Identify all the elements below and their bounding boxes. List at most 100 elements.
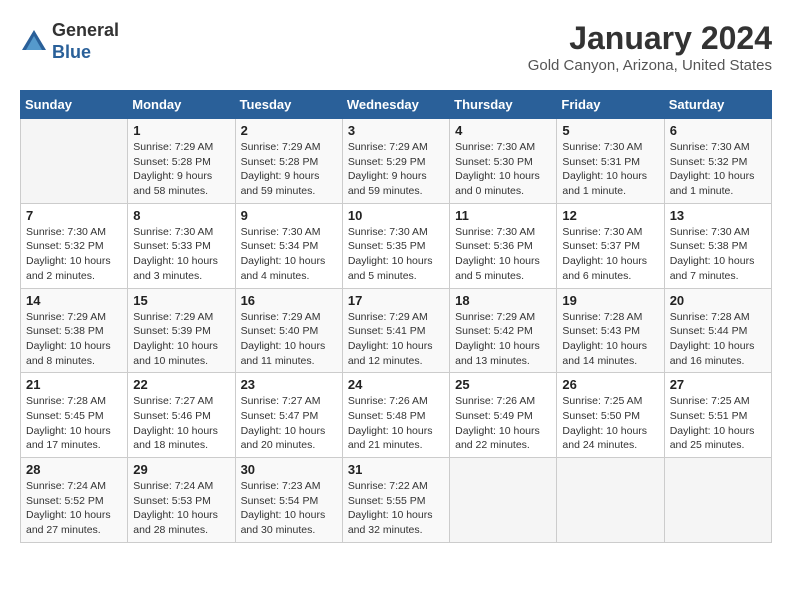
calendar-cell: 2 Sunrise: 7:29 AM Sunset: 5:28 PM Daylig…: [235, 119, 342, 204]
header-day-monday: Monday: [128, 91, 235, 119]
day-number: 11: [455, 208, 551, 223]
day-info: Sunrise: 7:28 AM Sunset: 5:45 PM Dayligh…: [26, 394, 122, 453]
header-day-sunday: Sunday: [21, 91, 128, 119]
day-info: Sunrise: 7:22 AM Sunset: 5:55 PM Dayligh…: [348, 479, 444, 538]
day-info: Sunrise: 7:27 AM Sunset: 5:46 PM Dayligh…: [133, 394, 229, 453]
logo-icon: [20, 28, 48, 56]
calendar-cell: 9 Sunrise: 7:30 AM Sunset: 5:34 PM Daylig…: [235, 203, 342, 288]
header-day-wednesday: Wednesday: [342, 91, 449, 119]
day-info: Sunrise: 7:30 AM Sunset: 5:33 PM Dayligh…: [133, 225, 229, 284]
calendar-cell: 1 Sunrise: 7:29 AM Sunset: 5:28 PM Daylig…: [128, 119, 235, 204]
day-info: Sunrise: 7:30 AM Sunset: 5:34 PM Dayligh…: [241, 225, 337, 284]
day-info: Sunrise: 7:26 AM Sunset: 5:48 PM Dayligh…: [348, 394, 444, 453]
calendar-cell: 19Sunrise: 7:28 AM Sunset: 5:43 PM Dayli…: [557, 288, 664, 373]
day-number: 13: [670, 208, 766, 223]
logo-text: General Blue: [52, 20, 119, 63]
calendar-cell: 5 Sunrise: 7:30 AM Sunset: 5:31 PM Daylig…: [557, 119, 664, 204]
day-number: 1: [133, 123, 229, 138]
calendar-cell: 3Sunrise: 7:29 AM Sunset: 5:29 PM Daylig…: [342, 119, 449, 204]
day-number: 5: [562, 123, 658, 138]
calendar-cell: 30Sunrise: 7:23 AM Sunset: 5:54 PM Dayli…: [235, 458, 342, 543]
calendar-cell: [664, 458, 771, 543]
day-info: Sunrise: 7:30 AM Sunset: 5:32 PM Dayligh…: [670, 140, 766, 199]
calendar-subtitle: Gold Canyon, Arizona, United States: [528, 57, 772, 74]
calendar-cell: 20 Sunrise: 7:28 AM Sunset: 5:44 PM Dayli…: [664, 288, 771, 373]
day-info: Sunrise: 7:30 AM Sunset: 5:36 PM Dayligh…: [455, 225, 551, 284]
calendar-cell: 28Sunrise: 7:24 AM Sunset: 5:52 PM Dayli…: [21, 458, 128, 543]
calendar-cell: 10Sunrise: 7:30 AM Sunset: 5:35 PM Dayli…: [342, 203, 449, 288]
day-number: 4: [455, 123, 551, 138]
calendar-cell: 23 Sunrise: 7:27 AM Sunset: 5:47 PM Dayli…: [235, 373, 342, 458]
calendar-header: SundayMondayTuesdayWednesdayThursdayFrid…: [21, 91, 772, 119]
day-info: Sunrise: 7:29 AM Sunset: 5:39 PM Dayligh…: [133, 310, 229, 369]
day-number: 12: [562, 208, 658, 223]
day-number: 19: [562, 293, 658, 308]
day-number: 15: [133, 293, 229, 308]
day-number: 23: [241, 377, 337, 392]
header-row: SundayMondayTuesdayWednesdayThursdayFrid…: [21, 91, 772, 119]
day-info: Sunrise: 7:29 AM Sunset: 5:38 PM Dayligh…: [26, 310, 122, 369]
header-day-thursday: Thursday: [450, 91, 557, 119]
day-info: Sunrise: 7:30 AM Sunset: 5:37 PM Dayligh…: [562, 225, 658, 284]
day-info: Sunrise: 7:30 AM Sunset: 5:38 PM Dayligh…: [670, 225, 766, 284]
calendar-cell: 4 Sunrise: 7:30 AM Sunset: 5:30 PM Daylig…: [450, 119, 557, 204]
day-number: 16: [241, 293, 337, 308]
calendar-week-4: 21 Sunrise: 7:28 AM Sunset: 5:45 PM Dayli…: [21, 373, 772, 458]
day-info: Sunrise: 7:29 AM Sunset: 5:42 PM Dayligh…: [455, 310, 551, 369]
header-day-saturday: Saturday: [664, 91, 771, 119]
calendar-cell: 22 Sunrise: 7:27 AM Sunset: 5:46 PM Dayli…: [128, 373, 235, 458]
calendar-cell: 27Sunrise: 7:25 AM Sunset: 5:51 PM Dayli…: [664, 373, 771, 458]
day-info: Sunrise: 7:24 AM Sunset: 5:53 PM Dayligh…: [133, 479, 229, 538]
calendar-cell: 26Sunrise: 7:25 AM Sunset: 5:50 PM Dayli…: [557, 373, 664, 458]
calendar-cell: 16Sunrise: 7:29 AM Sunset: 5:40 PM Dayli…: [235, 288, 342, 373]
calendar-cell: 18Sunrise: 7:29 AM Sunset: 5:42 PM Dayli…: [450, 288, 557, 373]
day-number: 22: [133, 377, 229, 392]
logo-blue-text: Blue: [52, 42, 91, 62]
day-info: Sunrise: 7:28 AM Sunset: 5:44 PM Dayligh…: [670, 310, 766, 369]
day-number: 29: [133, 462, 229, 477]
calendar-cell: 13 Sunrise: 7:30 AM Sunset: 5:38 PM Dayli…: [664, 203, 771, 288]
calendar-cell: 12 Sunrise: 7:30 AM Sunset: 5:37 PM Dayli…: [557, 203, 664, 288]
calendar-cell: 15 Sunrise: 7:29 AM Sunset: 5:39 PM Dayli…: [128, 288, 235, 373]
day-info: Sunrise: 7:30 AM Sunset: 5:32 PM Dayligh…: [26, 225, 122, 284]
day-info: Sunrise: 7:29 AM Sunset: 5:29 PM Dayligh…: [348, 140, 444, 199]
calendar-cell: 7 Sunrise: 7:30 AM Sunset: 5:32 PM Daylig…: [21, 203, 128, 288]
calendar-cell: 6Sunrise: 7:30 AM Sunset: 5:32 PM Daylig…: [664, 119, 771, 204]
day-number: 8: [133, 208, 229, 223]
calendar-cell: [557, 458, 664, 543]
logo: General Blue: [20, 20, 119, 63]
day-number: 31: [348, 462, 444, 477]
calendar-week-2: 7 Sunrise: 7:30 AM Sunset: 5:32 PM Daylig…: [21, 203, 772, 288]
calendar-cell: [450, 458, 557, 543]
day-number: 24: [348, 377, 444, 392]
calendar-week-1: 1 Sunrise: 7:29 AM Sunset: 5:28 PM Daylig…: [21, 119, 772, 204]
day-number: 20: [670, 293, 766, 308]
calendar-cell: 29 Sunrise: 7:24 AM Sunset: 5:53 PM Dayli…: [128, 458, 235, 543]
day-info: Sunrise: 7:30 AM Sunset: 5:31 PM Dayligh…: [562, 140, 658, 199]
calendar-title: January 2024: [528, 20, 772, 57]
day-number: 30: [241, 462, 337, 477]
calendar-cell: 17Sunrise: 7:29 AM Sunset: 5:41 PM Dayli…: [342, 288, 449, 373]
calendar-week-5: 28Sunrise: 7:24 AM Sunset: 5:52 PM Dayli…: [21, 458, 772, 543]
day-info: Sunrise: 7:29 AM Sunset: 5:28 PM Dayligh…: [241, 140, 337, 199]
day-info: Sunrise: 7:29 AM Sunset: 5:28 PM Dayligh…: [133, 140, 229, 199]
calendar-cell: [21, 119, 128, 204]
day-number: 9: [241, 208, 337, 223]
day-number: 2: [241, 123, 337, 138]
day-number: 17: [348, 293, 444, 308]
calendar-cell: 11 Sunrise: 7:30 AM Sunset: 5:36 PM Dayli…: [450, 203, 557, 288]
day-number: 10: [348, 208, 444, 223]
header-day-friday: Friday: [557, 91, 664, 119]
day-info: Sunrise: 7:27 AM Sunset: 5:47 PM Dayligh…: [241, 394, 337, 453]
calendar-cell: 8 Sunrise: 7:30 AM Sunset: 5:33 PM Daylig…: [128, 203, 235, 288]
calendar-cell: 14Sunrise: 7:29 AM Sunset: 5:38 PM Dayli…: [21, 288, 128, 373]
header-day-tuesday: Tuesday: [235, 91, 342, 119]
calendar-week-3: 14Sunrise: 7:29 AM Sunset: 5:38 PM Dayli…: [21, 288, 772, 373]
logo-general-text: General: [52, 20, 119, 40]
day-number: 21: [26, 377, 122, 392]
page-header: General Blue January 2024 Gold Canyon, A…: [20, 20, 772, 74]
day-info: Sunrise: 7:24 AM Sunset: 5:52 PM Dayligh…: [26, 479, 122, 538]
day-info: Sunrise: 7:30 AM Sunset: 5:30 PM Dayligh…: [455, 140, 551, 199]
day-number: 7: [26, 208, 122, 223]
calendar-body: 1 Sunrise: 7:29 AM Sunset: 5:28 PM Daylig…: [21, 119, 772, 543]
